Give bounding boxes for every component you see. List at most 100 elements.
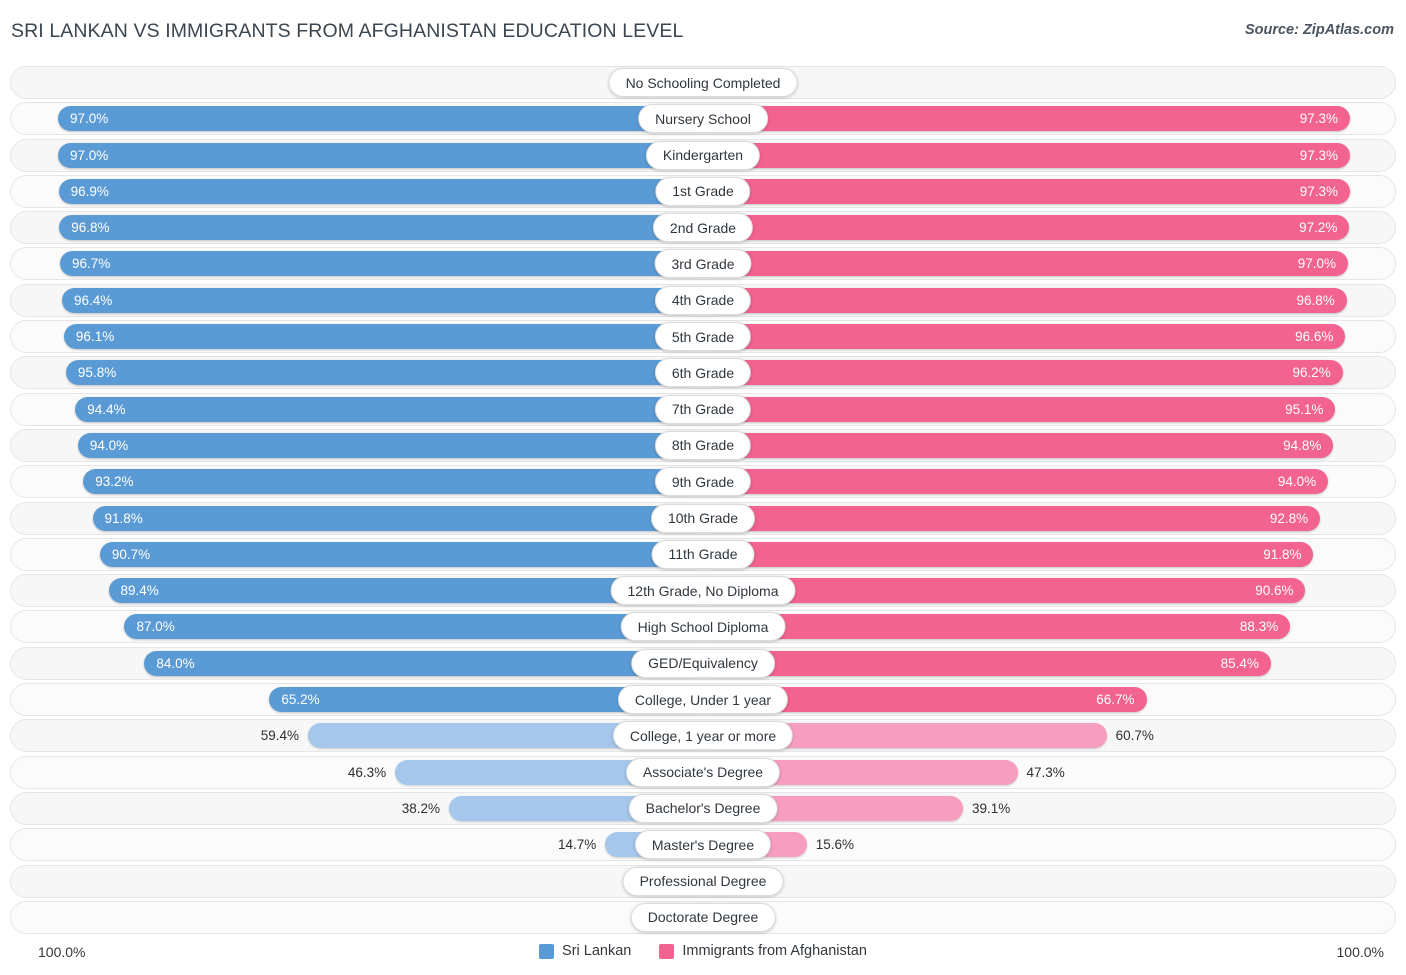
category-label-pill[interactable]: High School Diploma <box>620 612 786 642</box>
bar-left-sri-lankan[interactable] <box>57 106 703 132</box>
chart-legend: Sri Lankan Immigrants from Afghanistan <box>0 943 1406 959</box>
table-row[interactable]: 1.9%1.8%Doctorate Degree <box>0 900 1406 934</box>
table-row[interactable]: 97.0% 97.3% Nursery School <box>0 102 1406 136</box>
table-row[interactable]: 94.4% 95.1% 7th Grade <box>0 392 1406 426</box>
bar-left-sri-lankan[interactable] <box>63 324 703 350</box>
category-label-pill[interactable]: Associate's Degree <box>625 757 781 787</box>
table-row[interactable]: 14.7% 15.6% Master's Degree <box>0 828 1406 862</box>
bar-left-sri-lankan[interactable] <box>59 251 703 277</box>
source-label: Source: ZipAtlas.com <box>1244 22 1394 38</box>
legend-swatch-icon <box>659 943 675 959</box>
category-label-pill[interactable]: 6th Grade <box>654 358 752 388</box>
table-row[interactable]: 96.8% 97.2% 2nd Grade <box>0 211 1406 245</box>
table-row[interactable]: 96.7% 97.0% 3rd Grade <box>0 247 1406 281</box>
category-label-pill[interactable]: No Schooling Completed <box>608 68 798 97</box>
bar-right-afghanistan[interactable] <box>703 650 1271 676</box>
bar-right-afghanistan[interactable] <box>703 360 1343 386</box>
bar-right-afghanistan[interactable] <box>703 432 1334 458</box>
legend-label: Immigrants from Afghanistan <box>682 943 867 959</box>
bar-right-afghanistan[interactable] <box>703 251 1349 277</box>
table-row[interactable]: 96.1% 96.6% 5th Grade <box>0 320 1406 354</box>
legend-item[interactable]: Sri Lankan <box>539 943 631 959</box>
bar-left-sri-lankan[interactable] <box>57 142 703 168</box>
table-row[interactable]: 4.3%4.5%Professional Degree <box>0 864 1406 898</box>
table-row[interactable]: 59.4% 60.7% College, 1 year or more <box>0 719 1406 753</box>
bar-left-sri-lankan[interactable] <box>59 215 703 241</box>
table-row[interactable]: 87.0% 88.3% High School Diploma <box>0 610 1406 644</box>
bar-value-right: 60.7% <box>1115 728 1154 744</box>
bar-right-afghanistan[interactable] <box>703 324 1346 350</box>
bar-left-sri-lankan[interactable] <box>92 505 703 531</box>
bar-value-left: 89.4% <box>120 583 159 599</box>
bar-right-afghanistan[interactable] <box>703 541 1314 567</box>
bar-left-sri-lankan[interactable] <box>77 432 703 458</box>
bar-value-left: 46.3% <box>347 764 387 780</box>
table-row[interactable]: 94.0% 94.8% 8th Grade <box>0 428 1406 462</box>
legend-item[interactable]: Immigrants from Afghanistan <box>659 943 867 959</box>
table-row[interactable]: 89.4% 90.6% 12th Grade, No Diploma <box>0 574 1406 608</box>
bar-left-sri-lankan[interactable] <box>58 178 703 204</box>
bar-right-afghanistan[interactable] <box>703 287 1347 313</box>
category-label-pill[interactable]: 4th Grade <box>654 285 752 315</box>
table-row[interactable]: 3.0%2.7%No Schooling Completed <box>0 66 1406 99</box>
category-label-pill[interactable]: College, 1 year or more <box>612 721 794 751</box>
table-row[interactable]: 65.2% 66.7% College, Under 1 year <box>0 683 1406 717</box>
table-row[interactable]: 95.8% 96.2% 6th Grade <box>0 356 1406 390</box>
table-row[interactable]: 96.9% 97.3% 1st Grade <box>0 174 1406 208</box>
bar-value-right: 97.3% <box>1299 183 1339 199</box>
category-label-pill[interactable]: 12th Grade, No Diploma <box>610 576 796 606</box>
category-label-pill[interactable]: 7th Grade <box>654 394 752 424</box>
category-label-pill[interactable]: 9th Grade <box>654 467 752 497</box>
bar-value-left: 90.7% <box>111 546 151 562</box>
bar-left-sri-lankan[interactable] <box>61 287 703 313</box>
category-label-pill[interactable]: Bachelor's Degree <box>628 793 778 823</box>
table-row[interactable]: 93.2% 94.0% 9th Grade <box>0 465 1406 499</box>
bar-value-right: 97.2% <box>1299 220 1338 236</box>
bar-right-afghanistan[interactable] <box>703 178 1351 204</box>
bar-left-sri-lankan[interactable] <box>75 396 703 422</box>
bar-value-left: 93.2% <box>95 474 134 490</box>
bar-right-afghanistan[interactable] <box>703 106 1351 132</box>
bar-left-sri-lankan[interactable] <box>83 469 703 495</box>
bar-left-sri-lankan[interactable] <box>144 650 703 676</box>
category-label-pill[interactable]: 11th Grade <box>651 539 755 569</box>
category-label-pill[interactable]: College, Under 1 year <box>617 685 789 715</box>
chart-page: SRI LANKAN VS IMMIGRANTS FROM AFGHANISTA… <box>0 0 1406 975</box>
table-row[interactable]: 90.7% 91.8% 11th Grade <box>0 537 1406 571</box>
bar-left-sri-lankan[interactable] <box>124 614 703 640</box>
bar-right-afghanistan[interactable] <box>703 142 1351 168</box>
category-label-pill[interactable]: Professional Degree <box>622 866 784 896</box>
bar-value-right: 85.4% <box>1220 655 1259 671</box>
page-title: SRI LANKAN VS IMMIGRANTS FROM AFGHANISTA… <box>11 20 684 42</box>
bar-value-left: 96.7% <box>71 256 111 272</box>
bar-left-sri-lankan[interactable] <box>65 360 703 386</box>
bar-value-left: 96.1% <box>75 329 115 345</box>
table-row[interactable]: 97.0% 97.3% Kindergarten <box>0 138 1406 172</box>
category-label-pill[interactable]: 3rd Grade <box>654 249 752 279</box>
category-label-pill[interactable]: 5th Grade <box>654 322 752 352</box>
table-row[interactable]: 84.0% 85.4% GED/Equivalency <box>0 646 1406 680</box>
bar-value-right: 96.2% <box>1292 365 1331 381</box>
bar-right-afghanistan[interactable] <box>703 469 1329 495</box>
category-label-pill[interactable]: Kindergarten <box>645 140 761 170</box>
category-label-pill[interactable]: Master's Degree <box>634 830 772 860</box>
table-row[interactable]: 96.4% 96.8% 4th Grade <box>0 283 1406 317</box>
category-label-pill[interactable]: 2nd Grade <box>652 213 754 243</box>
bar-right-afghanistan[interactable] <box>703 505 1321 531</box>
bar-left-sri-lankan[interactable] <box>99 541 703 567</box>
bar-right-afghanistan[interactable] <box>703 215 1350 241</box>
category-label-pill[interactable]: 8th Grade <box>654 430 752 460</box>
category-label-pill[interactable]: 1st Grade <box>655 176 751 206</box>
category-label-pill[interactable]: GED/Equivalency <box>631 648 775 678</box>
category-label-pill[interactable]: Nursery School <box>638 104 768 134</box>
bar-value-left: 59.4% <box>260 728 299 744</box>
category-label-pill[interactable]: 10th Grade <box>650 503 756 533</box>
bar-right-afghanistan[interactable] <box>703 614 1291 640</box>
bar-rows-container: 3.0%2.7%No Schooling Completed 97.0% 97.3%… <box>0 66 1406 937</box>
table-row[interactable]: 91.8% 92.8% 10th Grade <box>0 501 1406 535</box>
bar-value-right: 95.1% <box>1285 401 1324 417</box>
table-row[interactable]: 38.2% 39.1% Bachelor's Degree <box>0 791 1406 825</box>
bar-right-afghanistan[interactable] <box>703 396 1336 422</box>
category-label-pill[interactable]: Doctorate Degree <box>630 902 776 932</box>
table-row[interactable]: 46.3% 47.3% Associate's Degree <box>0 755 1406 789</box>
